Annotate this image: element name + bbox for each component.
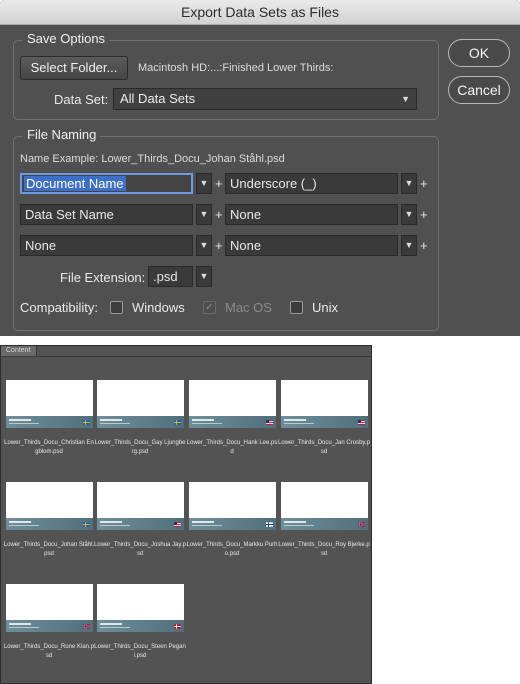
file-caption: Lower_Thirds_Docu_Jan Crosby.psd xyxy=(278,440,370,455)
file-caption: Lower_Thirds_Docu_Gay Ljungberg.psd xyxy=(94,440,186,455)
chevron-down-icon[interactable]: ▼ xyxy=(196,235,212,256)
save-options-title: Save Options xyxy=(23,31,110,46)
naming-row2-left-field[interactable]: Data Set Name xyxy=(20,204,193,225)
naming-row1-left-value: Document Name xyxy=(24,176,126,191)
lower-third-graphic xyxy=(6,416,93,428)
denmark-flag-icon xyxy=(174,624,181,629)
file-naming-title: File Naming xyxy=(23,127,101,142)
file-caption: Lower_Thirds_Docu_Roy Bjerke.psd xyxy=(278,542,370,557)
file-caption: Lower_Thirds_Docu_Rune Klan.psd xyxy=(3,644,95,659)
chevron-down-icon[interactable]: ▼ xyxy=(401,173,417,194)
file-thumbnail[interactable] xyxy=(97,380,184,428)
naming-row1-left-field[interactable]: Document Name xyxy=(20,173,193,194)
lower-third-graphic xyxy=(281,518,368,530)
usa-flag-icon xyxy=(358,420,365,425)
file-thumbnail[interactable] xyxy=(6,584,93,632)
file-caption: Lower_Thirds_Docu_Christian Engblom.psd xyxy=(4,440,94,455)
naming-row2-right-field[interactable]: None xyxy=(225,204,398,225)
chevron-down-icon[interactable]: ▼ xyxy=(196,266,212,287)
chevron-down-icon[interactable]: ▼ xyxy=(401,204,417,225)
data-set-label: Data Set: xyxy=(54,92,109,107)
lower-third-graphic xyxy=(189,416,276,428)
file-thumbnail[interactable] xyxy=(97,482,184,530)
usa-flag-icon xyxy=(266,420,273,425)
lower-third-graphic xyxy=(6,620,93,632)
plus-icon: + xyxy=(215,207,223,222)
file-thumbnail[interactable] xyxy=(281,380,368,428)
lower-third-graphic xyxy=(6,518,93,530)
file-caption: Lower_Thirds_Docu_Steen Pegani.psd xyxy=(94,644,186,659)
windows-label: Windows xyxy=(132,300,185,315)
finland-flag-icon xyxy=(266,522,273,527)
file-caption: Lower_Thirds_Docu_Johan Ståhl.psd xyxy=(3,542,95,557)
content-panel: Content Lower_Thirds_Docu_Christian Engb… xyxy=(0,345,372,684)
file-extension-label: File Extension: xyxy=(60,270,146,285)
lower-third-graphic xyxy=(189,518,276,530)
folder-path: Macintosh HD:...:Finished Lower Thirds: xyxy=(138,62,334,74)
file-extension-field[interactable]: .psd xyxy=(148,266,193,287)
sweden-flag-icon xyxy=(83,420,90,425)
sweden-flag-icon xyxy=(174,420,181,425)
compatibility-label: Compatibility: xyxy=(20,300,99,315)
ok-button[interactable]: OK xyxy=(448,39,510,67)
name-example-value: Lower_Thirds_Docu_Johan Ståhl.psd xyxy=(101,153,285,165)
mac-os-checkbox: ✓ xyxy=(203,301,216,314)
plus-icon: + xyxy=(215,176,223,191)
naming-row3-left-field[interactable]: None xyxy=(20,235,193,256)
lower-third-graphic xyxy=(281,416,368,428)
file-thumbnail[interactable] xyxy=(189,482,276,530)
usa-flag-icon xyxy=(174,522,181,527)
norway-flag-icon xyxy=(358,522,365,527)
plus-icon: + xyxy=(420,207,428,222)
chevron-down-icon: ▼ xyxy=(401,94,410,104)
naming-row3-right-field[interactable]: None xyxy=(225,235,398,256)
file-caption: Lower_Thirds_Docu_Hank Lee.psd xyxy=(186,440,278,455)
name-example-label: Name Example: xyxy=(20,153,99,165)
chevron-down-icon[interactable]: ▼ xyxy=(401,235,417,256)
norway-flag-icon xyxy=(83,624,90,629)
select-folder-button[interactable]: Select Folder... xyxy=(20,56,128,80)
file-caption: Lower_Thirds_Docu_Markku Purho.psd xyxy=(186,542,278,557)
lower-third-graphic xyxy=(97,620,184,632)
file-thumbnail[interactable] xyxy=(6,380,93,428)
data-set-value: All Data Sets xyxy=(120,91,196,106)
unix-label: Unix xyxy=(312,300,339,315)
data-set-select[interactable]: All Data Sets ▼ xyxy=(113,88,417,110)
mac-os-label: Mac OS xyxy=(225,300,272,315)
file-thumbnail[interactable] xyxy=(281,482,368,530)
lower-third-graphic xyxy=(97,416,184,428)
panel-divider xyxy=(1,356,371,357)
plus-icon: + xyxy=(215,238,223,253)
window-title: Export Data Sets as Files xyxy=(0,0,520,25)
export-dialog: Export Data Sets as Files Save Options S… xyxy=(0,0,520,336)
sweden-flag-icon xyxy=(83,522,90,527)
cancel-button[interactable]: Cancel xyxy=(448,76,510,104)
plus-icon: + xyxy=(420,238,428,253)
windows-checkbox[interactable] xyxy=(110,301,123,314)
lower-third-graphic xyxy=(97,518,184,530)
content-tab[interactable]: Content xyxy=(1,346,37,356)
plus-icon: + xyxy=(420,176,428,191)
file-caption: Lower_Thirds_Docu_Joshua Jay.psd xyxy=(94,542,186,557)
unix-checkbox[interactable] xyxy=(290,301,303,314)
file-thumbnail[interactable] xyxy=(6,482,93,530)
naming-row1-right-field[interactable]: Underscore (_) xyxy=(225,173,398,194)
chevron-down-icon[interactable]: ▼ xyxy=(196,204,212,225)
file-thumbnail[interactable] xyxy=(97,584,184,632)
file-thumbnail[interactable] xyxy=(189,380,276,428)
name-example: Name Example: Lower_Thirds_Docu_Johan St… xyxy=(20,153,285,165)
chevron-down-icon[interactable]: ▼ xyxy=(196,173,212,194)
